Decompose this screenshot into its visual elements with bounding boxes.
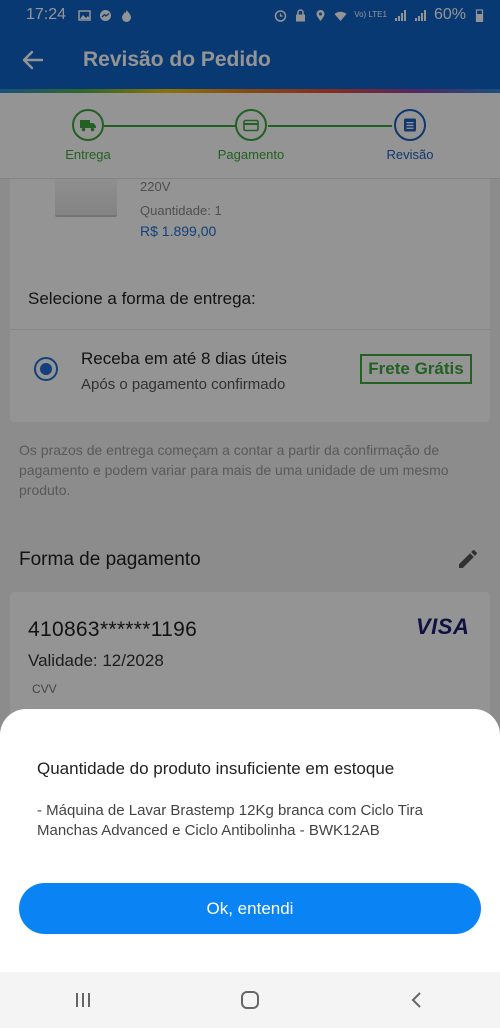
- system-back-button[interactable]: [387, 980, 447, 1020]
- recent-apps-icon: [76, 993, 91, 1007]
- chevron-left-icon: [411, 992, 421, 1008]
- recent-apps-button[interactable]: [53, 980, 113, 1020]
- system-nav-bar: [0, 972, 500, 1028]
- dialog-title: Quantidade do produto insuficiente em es…: [37, 759, 395, 778]
- home-icon: [240, 991, 259, 1009]
- stock-warning-sheet: Quantidade do produto insuficiente em es…: [0, 709, 500, 972]
- home-button[interactable]: [220, 980, 280, 1020]
- ok-button[interactable]: Ok, entendi: [19, 883, 481, 934]
- dialog-message: - Máquina de Lavar Brastemp 12Kg branca …: [37, 802, 424, 839]
